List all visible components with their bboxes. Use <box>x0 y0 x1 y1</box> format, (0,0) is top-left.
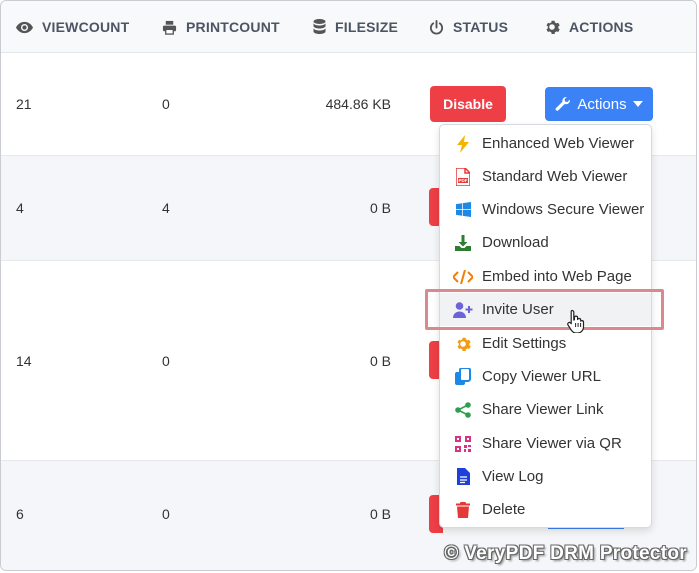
menu-item-edit-settings[interactable]: Edit Settings <box>440 327 651 360</box>
header-status-label: STATUS <box>453 19 509 35</box>
menu-item-label: Copy Viewer URL <box>482 368 601 385</box>
printcount-cell: 0 <box>162 353 170 369</box>
menu-item-invite-user[interactable]: Invite User <box>440 293 651 326</box>
filesize-cell: 0 B <box>369 200 391 216</box>
wrench-icon <box>556 96 571 111</box>
share-icon <box>453 400 473 420</box>
filesize-cell: 484.86 KB <box>325 96 391 112</box>
menu-item-enhanced-web-viewer[interactable]: Enhanced Web Viewer <box>440 127 651 160</box>
code-icon <box>453 267 473 287</box>
header-printcount[interactable]: PRINTCOUNT <box>162 1 280 53</box>
user-plus-icon <box>453 300 473 320</box>
menu-item-share-viewer-link[interactable]: Share Viewer Link <box>440 393 651 426</box>
header-actions[interactable]: ACTIONS <box>544 1 633 53</box>
printcount-cell: 4 <box>162 200 170 216</box>
header-actions-label: ACTIONS <box>569 19 634 35</box>
menu-item-label: Share Viewer via QR <box>482 435 622 452</box>
menu-item-label: Enhanced Web Viewer <box>482 135 635 152</box>
trash-icon <box>453 500 473 520</box>
menu-item-label: Windows Secure Viewer <box>482 201 645 218</box>
menu-item-label: Download <box>482 234 549 251</box>
menu-item-standard-web-viewer[interactable]: PDF Standard Web Viewer <box>440 160 651 193</box>
header-filesize-label: FILESIZE <box>335 19 399 35</box>
bolt-icon <box>453 134 473 154</box>
database-icon <box>313 19 326 34</box>
header-filesize[interactable]: FILESIZE <box>313 1 398 53</box>
viewcount-cell: 14 <box>16 353 32 369</box>
menu-item-label: Embed into Web Page <box>482 268 632 285</box>
menu-item-label: Edit Settings <box>482 335 567 352</box>
table-header: VIEWCOUNT PRINTCOUNT FILESIZE STATUS ACT… <box>1 1 696 53</box>
menu-item-view-log[interactable]: View Log <box>440 460 651 493</box>
menu-item-label: Invite User <box>482 301 554 318</box>
menu-item-share-viewer-via-qr[interactable]: Share Viewer via QR <box>440 427 651 460</box>
svg-text:PDF: PDF <box>459 178 468 183</box>
windows-icon <box>453 200 473 220</box>
menu-item-label: Delete <box>482 501 526 518</box>
hand-pointer-icon <box>567 309 585 333</box>
file-lines-icon <box>453 467 473 487</box>
eye-icon <box>16 21 33 33</box>
qrcode-icon <box>453 434 473 454</box>
pdf-file-icon: PDF <box>453 167 473 187</box>
actions-button-label: Actions <box>577 95 627 113</box>
download-icon <box>453 233 473 253</box>
watermark-text: © VeryPDF DRM Protector <box>444 543 687 564</box>
filesize-cell: 0 B <box>369 353 391 369</box>
header-viewcount-label: VIEWCOUNT <box>42 19 130 35</box>
viewcount-cell: 21 <box>16 96 32 112</box>
caret-down-icon <box>632 101 643 107</box>
menu-item-embed-into-web-page[interactable]: Embed into Web Page <box>440 260 651 293</box>
viewcount-cell: 6 <box>16 506 24 522</box>
printer-icon <box>162 20 177 35</box>
menu-item-windows-secure-viewer[interactable]: Windows Secure Viewer <box>440 193 651 226</box>
gear-icon <box>546 20 560 34</box>
power-icon <box>429 19 444 34</box>
actions-dropdown-button[interactable]: Actions <box>545 87 653 121</box>
viewcount-cell: 4 <box>16 200 24 216</box>
menu-item-label: Share Viewer Link <box>482 401 604 418</box>
printcount-cell: 0 <box>162 96 170 112</box>
actions-dropdown-menu: Enhanced Web Viewer PDF Standard Web Vie… <box>439 124 652 528</box>
gear-icon <box>453 334 473 354</box>
copy-icon <box>453 367 473 387</box>
menu-item-copy-viewer-url[interactable]: Copy Viewer URL <box>440 360 651 393</box>
printcount-cell: 0 <box>162 506 170 522</box>
disable-button[interactable]: Disable <box>430 86 506 122</box>
header-printcount-label: PRINTCOUNT <box>186 19 280 35</box>
menu-item-download[interactable]: Download <box>440 226 651 259</box>
menu-item-label: View Log <box>482 468 544 485</box>
header-viewcount[interactable]: VIEWCOUNT <box>16 1 129 53</box>
menu-item-label: Standard Web Viewer <box>482 168 628 185</box>
menu-item-delete[interactable]: Delete <box>440 493 651 526</box>
filesize-cell: 0 B <box>369 506 391 522</box>
header-status[interactable]: STATUS <box>429 1 508 53</box>
